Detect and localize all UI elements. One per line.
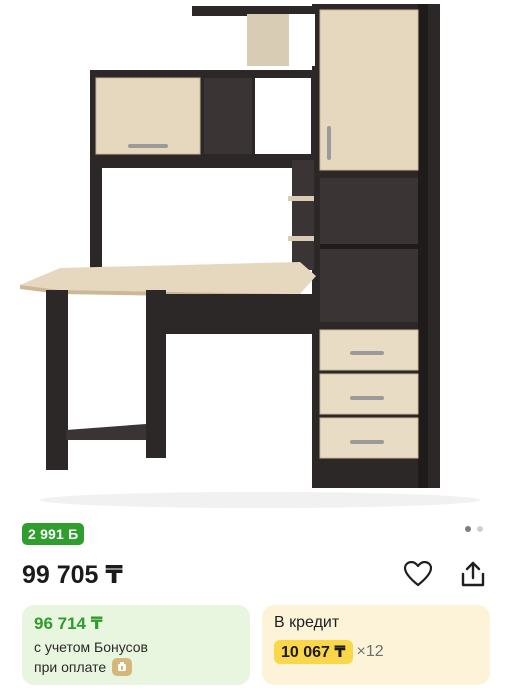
bonus-note-line2-row: при оплате <box>34 657 238 677</box>
credit-title: В кредит <box>274 614 340 631</box>
product-price: 99 705 ₸ <box>22 561 123 589</box>
gallery-dot[interactable] <box>477 526 483 532</box>
bonus-price-card[interactable]: 96 714 ₸ с учетом Бонусов при оплате <box>22 605 250 685</box>
bonus-badge: 2 991 Б <box>22 523 85 545</box>
product-image[interactable] <box>0 0 512 512</box>
share-icon <box>461 561 485 587</box>
credit-card[interactable]: В кредит 10 067 ₸ ×12 <box>262 605 490 685</box>
gallery-pagination[interactable] <box>465 526 483 532</box>
favorite-button[interactable] <box>402 558 434 590</box>
credit-row: 10 067 ₸ ×12 <box>274 640 478 664</box>
share-button[interactable] <box>457 558 489 590</box>
bonus-price: 96 714 ₸ <box>34 614 103 633</box>
bonus-note-line1: с учетом Бонусов <box>34 639 148 655</box>
desk-illustration <box>20 4 480 508</box>
bonus-note-line2: при оплате <box>34 659 107 675</box>
wallet-badge-icon <box>112 658 133 676</box>
gallery-dot-active[interactable] <box>465 526 471 532</box>
heart-icon <box>404 561 432 587</box>
credit-months: ×12 <box>356 643 384 660</box>
credit-monthly-amount: 10 067 ₸ <box>274 640 353 664</box>
